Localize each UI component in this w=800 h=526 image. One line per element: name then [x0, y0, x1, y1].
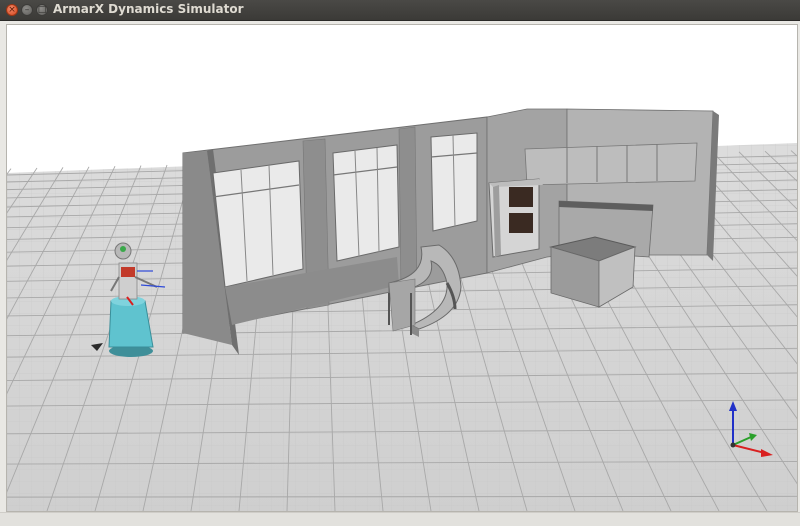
close-button[interactable]: ×	[6, 4, 18, 16]
3d-viewport[interactable]	[6, 24, 798, 512]
maximize-button[interactable]: □	[36, 4, 48, 16]
window-2	[332, 144, 400, 262]
maximize-icon: □	[37, 5, 47, 15]
minimize-icon: –	[24, 5, 30, 15]
status-bar	[0, 512, 800, 526]
close-icon: ×	[8, 5, 16, 15]
window-3	[430, 132, 478, 232]
window-1	[212, 160, 304, 288]
window-title: ArmarX Dynamics Simulator	[53, 2, 244, 16]
title-bar: × – □ ArmarX Dynamics Simulator	[0, 0, 800, 21]
oven-unit	[488, 178, 543, 258]
minimize-button[interactable]: –	[21, 4, 33, 16]
scene-canvas[interactable]	[7, 25, 797, 511]
